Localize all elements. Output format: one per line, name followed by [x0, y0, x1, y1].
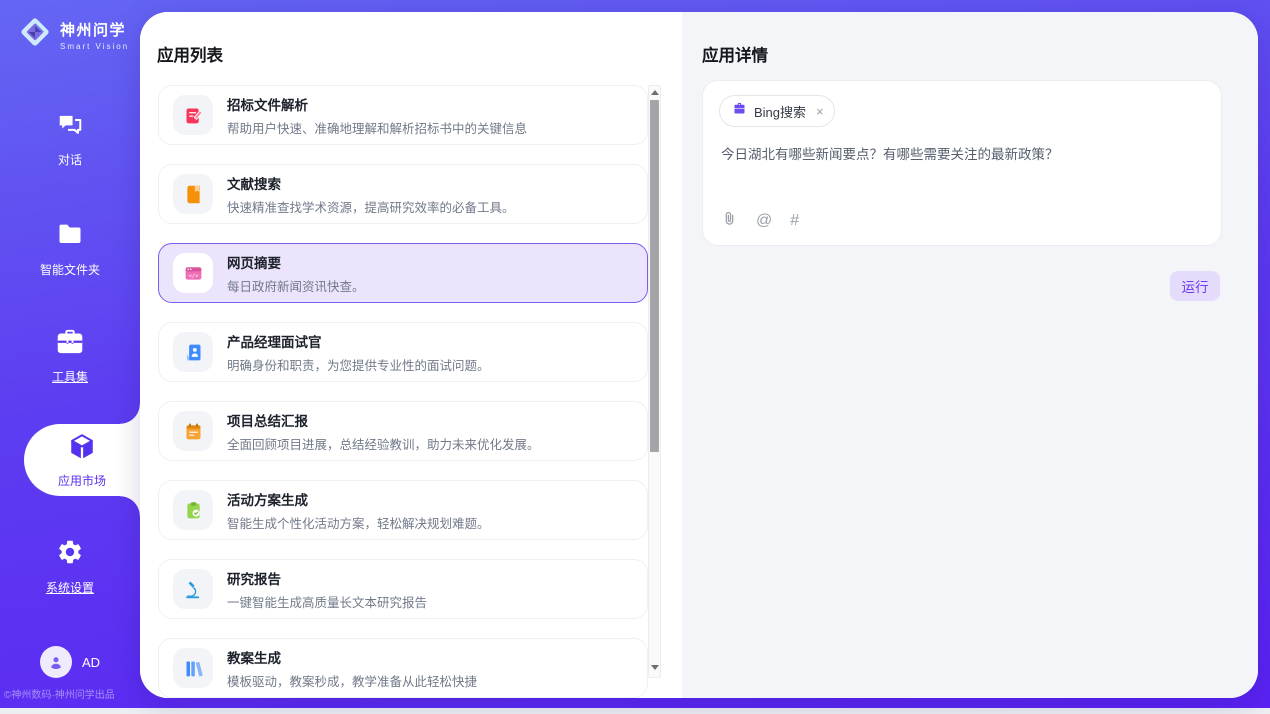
app-card-lesson-plan[interactable]: 教案生成 模板驱动，教案秒成，教学准备从此轻松快捷: [158, 638, 648, 698]
app-detail-panel: 应用详情 Bing搜索 × 今日湖北有哪些新闻要点？有哪些需要关注的最新政策？: [682, 12, 1258, 698]
sidebar-item-label: 系统设置: [46, 579, 94, 596]
chat-icon: [56, 110, 84, 143]
hash-icon[interactable]: #: [790, 212, 799, 230]
composer-input[interactable]: Bing搜索 × 今日湖北有哪些新闻要点？有哪些需要关注的最新政策？ @ #: [702, 80, 1222, 246]
sidebar-item-label: 智能文件夹: [40, 261, 100, 278]
app-card-title: 网页摘要: [227, 252, 365, 272]
app-detail-title: 应用详情: [702, 42, 768, 66]
sidebar: 神州问学 Smart Vision 对话 智能文件夹 工具集: [0, 0, 140, 708]
tool-tag-bing-search[interactable]: Bing搜索 ×: [719, 95, 835, 127]
brand-subtitle: Smart Vision: [60, 42, 129, 51]
sidebar-item-label: 对话: [58, 151, 82, 168]
question-text[interactable]: 今日湖北有哪些新闻要点？有哪些需要关注的最新政策？: [721, 145, 1203, 165]
book-icon: [173, 174, 213, 214]
app-card-research-report[interactable]: 研究报告 一键智能生成高质量长文本研究报告: [158, 559, 648, 619]
app-list-scrollbar[interactable]: [648, 85, 661, 678]
microscope-icon: [173, 569, 213, 609]
app-card-desc: 模板驱动，教案秒成，教学准备从此轻松快捷: [227, 671, 477, 690]
app-list: 招标文件解析 帮助用户快速、准确地理解和解析招标书中的关键信息 文献搜索 快速精…: [158, 85, 648, 698]
brand-name: 神州问学: [60, 19, 129, 40]
browser-code-icon: </>: [173, 253, 213, 293]
app-card-title: 项目总结汇报: [227, 410, 540, 430]
sidebar-item-label: 应用市场: [58, 472, 106, 489]
cube-icon: [67, 432, 97, 467]
sidebar-item-smart-folder[interactable]: 智能文件夹: [0, 220, 140, 278]
run-button[interactable]: 运行: [1170, 271, 1220, 301]
app-card-desc: 明确身份和职责，为您提供专业性的面试问题。: [227, 355, 490, 374]
main-content: 应用列表 招标文件解析 帮助用户快速、准确地理解和解析招标书中的关键信息: [140, 12, 1258, 698]
app-card-bid-analysis[interactable]: 招标文件解析 帮助用户快速、准确地理解和解析招标书中的关键信息: [158, 85, 648, 145]
app-card-title: 教案生成: [227, 647, 477, 667]
attach-icon[interactable]: [721, 210, 738, 232]
toolbox-icon: [55, 328, 85, 360]
sidebar-item-toolset[interactable]: 工具集: [0, 328, 140, 385]
user-avatar-icon: [47, 653, 65, 671]
app-card-desc: 全面回顾项目进展，总结经验教训，助力未来优化发展。: [227, 434, 540, 453]
calendar-icon: [173, 411, 213, 451]
app-card-desc: 智能生成个性化活动方案，轻松解决规划难题。: [227, 513, 490, 532]
avatar: [40, 646, 72, 678]
app-card-desc: 一键智能生成高质量长文本研究报告: [227, 592, 427, 611]
app-card-title: 产品经理面试官: [227, 331, 490, 351]
folder-icon: [56, 220, 84, 253]
app-card-title: 招标文件解析: [227, 94, 527, 114]
app-card-desc: 帮助用户快速、准确地理解和解析招标书中的关键信息: [227, 118, 527, 137]
gear-icon: [56, 538, 84, 571]
app-card-literature-search[interactable]: 文献搜索 快速精准查找学术资源，提高研究效率的必备工具。: [158, 164, 648, 224]
brand-logo: 神州问学 Smart Vision: [16, 13, 129, 56]
clipboard-check-icon: [173, 490, 213, 530]
app-card-title: 活动方案生成: [227, 489, 490, 509]
composer-toolbar: @ #: [721, 210, 799, 232]
app-list-panel: 应用列表 招标文件解析 帮助用户快速、准确地理解和解析招标书中的关键信息: [140, 12, 682, 698]
app-card-project-summary[interactable]: 项目总结汇报 全面回顾项目进展，总结经验教训，助力未来优化发展。: [158, 401, 648, 461]
app-card-pm-interviewer[interactable]: 产品经理面试官 明确身份和职责，为您提供专业性的面试问题。: [158, 322, 648, 382]
app-list-title: 应用列表: [157, 42, 223, 66]
scroll-down-icon[interactable]: [649, 661, 660, 673]
app-card-desc: 快速精准查找学术资源，提高研究效率的必备工具。: [227, 197, 515, 216]
resume-icon: [173, 332, 213, 372]
app-card-title: 研究报告: [227, 568, 427, 588]
books-icon: [173, 648, 213, 688]
document-edit-icon: [173, 95, 213, 135]
svg-text:</>: </>: [188, 273, 199, 279]
app-card-title: 文献搜索: [227, 173, 515, 193]
sidebar-item-chat[interactable]: 对话: [0, 110, 140, 168]
sidebar-item-app-market[interactable]: 应用市场: [24, 424, 140, 496]
briefcase-icon: [732, 101, 747, 121]
user-account[interactable]: AD: [0, 646, 140, 678]
sidebar-item-settings[interactable]: 系统设置: [0, 538, 140, 596]
copyright-footer: ©神州数码·神州问学出品: [4, 686, 140, 701]
app-card-event-plan[interactable]: 活动方案生成 智能生成个性化活动方案，轻松解决规划难题。: [158, 480, 648, 540]
mention-icon[interactable]: @: [756, 212, 772, 230]
user-name: AD: [82, 655, 100, 670]
sidebar-item-label: 工具集: [52, 368, 88, 385]
app-card-web-summary[interactable]: </> 网页摘要 每日政府新闻资讯快查。: [158, 243, 648, 303]
app-card-desc: 每日政府新闻资讯快查。: [227, 276, 365, 295]
scroll-up-icon[interactable]: [649, 86, 660, 98]
close-icon[interactable]: ×: [816, 104, 824, 119]
tool-tag-label: Bing搜索: [754, 102, 806, 121]
diamond-logo-icon: [16, 13, 54, 56]
scrollbar-thumb[interactable]: [650, 100, 659, 452]
